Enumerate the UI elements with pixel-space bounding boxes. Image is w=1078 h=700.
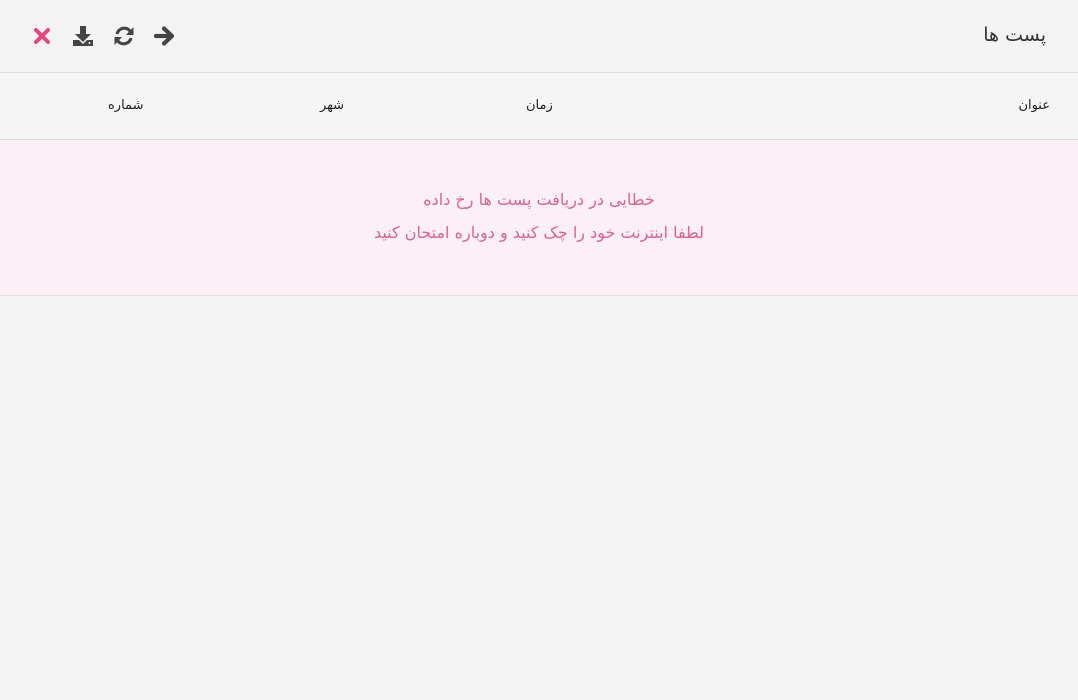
error-message-line-1: خطایی در دریافت پست ها رخ داده [423,190,655,209]
column-header-title[interactable]: عنوان [1018,97,1050,115]
page-header: پست ها [0,0,1078,73]
download-icon [73,26,93,46]
column-header-number[interactable]: شماره [108,97,143,115]
close-button[interactable] [29,22,55,50]
column-header-time[interactable]: زمان [526,97,553,115]
page-title: پست ها [983,24,1046,46]
app-window: پست ها عنوان زمان شهر شماره خطایی در دری… [0,0,1078,700]
error-message-box: خطایی در دریافت پست ها رخ داده لطفا اینت… [0,141,1078,296]
close-icon [34,28,50,44]
refresh-icon [114,26,134,46]
table-header: عنوان زمان شهر شماره [0,73,1078,140]
forward-button[interactable] [152,22,178,50]
error-message-line-2: لطفا اینترنت خود را چک کنید و دوباره امت… [373,223,705,242]
column-header-city[interactable]: شهر [320,97,344,115]
arrow-right-icon [154,26,175,46]
refresh-button[interactable] [111,22,137,50]
download-button[interactable] [70,22,96,50]
